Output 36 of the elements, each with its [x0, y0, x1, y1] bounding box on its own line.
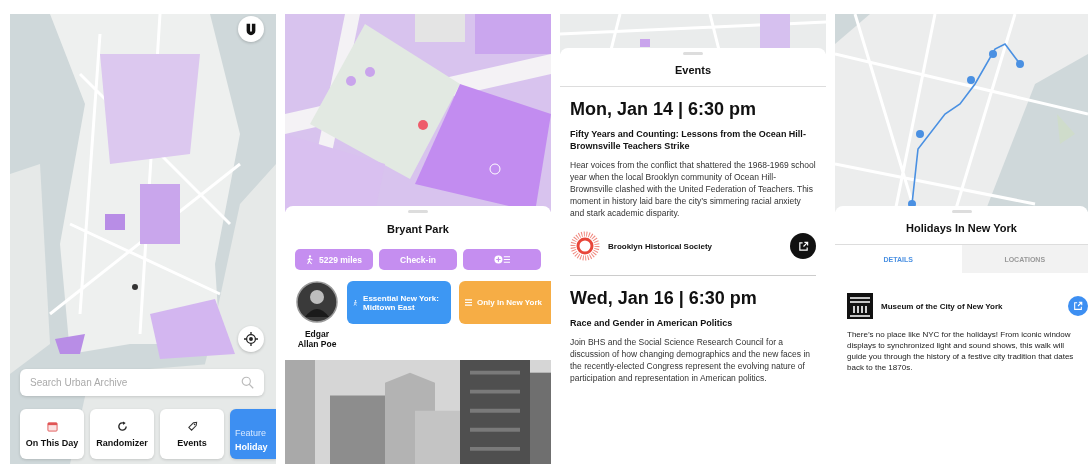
add-to-list-icon — [494, 255, 510, 264]
organizer-name: Brooklyn Historical Society — [608, 241, 714, 251]
check-in-button[interactable]: Check-in — [379, 249, 457, 270]
list-icon — [465, 299, 472, 306]
organizer-name: Museum of the City of New York — [881, 301, 1004, 311]
locate-icon — [244, 332, 258, 346]
featured-button[interactable]: Feature Holiday — [230, 409, 276, 459]
avatar[interactable] — [296, 281, 338, 323]
on-this-day-button[interactable]: On This Day — [20, 409, 84, 459]
list-card[interactable]: Only In New York — [459, 281, 551, 324]
sunburst-logo-icon — [570, 231, 600, 261]
walk-card[interactable]: Essential New York: Midtown East — [347, 281, 451, 324]
search-icon — [241, 376, 254, 389]
external-link-icon — [1073, 301, 1083, 311]
tag-icon — [186, 420, 198, 432]
event-description: Join BHS and the Social Science Research Council for a discussion of how changing demographics and the new faces in the recently-elected Congress represent the evolving nature of participation and representation in American politics. — [570, 336, 812, 384]
walking-person-icon — [306, 254, 314, 265]
walking-person-icon — [353, 297, 359, 308]
search-field[interactable]: Search Urban Archive — [20, 369, 264, 396]
event-title: Race and Gender in American Politics — [570, 317, 734, 329]
event-title: Fifty Years and Counting: Lessons from the Ocean Hill-Brownsville Teachers Strike — [570, 128, 807, 152]
event-date: Wed, Jan 16 | 6:30 pm — [570, 288, 758, 309]
refresh-icon — [116, 420, 128, 432]
external-link-icon — [797, 240, 809, 252]
museum-logo-icon — [847, 293, 873, 319]
events-title: Events — [560, 55, 826, 87]
walk-description: There’s no place like NYC for the holidays! From iconic window displays to synchronized light and sound shows, this walk will guide you through the history of a festive city tradition that dates back to the 1870s. — [846, 329, 1075, 373]
distance-button[interactable]: 5229 miles — [295, 249, 373, 270]
event-description: Hear voices from the conflict that shattered the 1968-1969 school year when the local Brooklyn community of Ocean Hill-Brownsville clashed with the United Federation of Teachers. This moment in history laid bare the city’s simmering racial anxiety and stark academic disparity. — [570, 159, 816, 219]
randomizer-button[interactable]: Randomizer — [90, 409, 154, 459]
events-button[interactable]: Events — [160, 409, 224, 459]
person-name: Edgar Allan Poe — [296, 329, 338, 349]
place-title: Bryant Park — [386, 222, 450, 237]
event-date: Mon, Jan 14 | 6:30 pm — [570, 99, 758, 120]
external-link-button[interactable] — [790, 233, 816, 259]
calendar-icon — [46, 420, 58, 432]
